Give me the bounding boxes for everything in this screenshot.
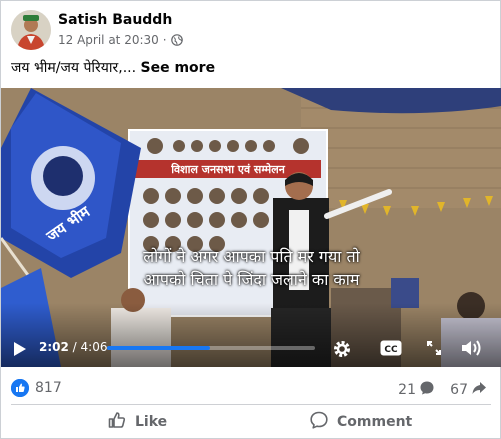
globe-icon bbox=[170, 34, 183, 46]
share-count-value: 67 bbox=[450, 382, 468, 398]
fullscreen-icon[interactable] bbox=[426, 340, 442, 360]
like-label: Like bbox=[135, 414, 168, 430]
post-meta: 12 April at 20:30 · bbox=[58, 33, 183, 47]
banner-title: विशाल जनसभा एवं सम्मेलन bbox=[170, 162, 285, 176]
comment-count-value: 21 bbox=[398, 382, 416, 398]
comment-bubble-icon bbox=[419, 380, 435, 400]
comment-count[interactable]: 21 bbox=[398, 380, 435, 400]
meta-separator: · bbox=[162, 33, 167, 47]
volume-icon[interactable] bbox=[461, 339, 483, 361]
avatar[interactable] bbox=[11, 10, 51, 50]
reaction-stats: 817 21 67 bbox=[11, 379, 491, 401]
like-button[interactable]: Like bbox=[107, 407, 167, 437]
duration: 4:06 bbox=[80, 340, 108, 354]
post-body: जय भीम/जय पेरियार,... bbox=[11, 60, 137, 76]
share-arrow-icon bbox=[471, 380, 487, 400]
post-header: Satish Bauddh 12 April at 20:30 · bbox=[11, 8, 491, 54]
post-card: Satish Bauddh 12 April at 20:30 · जय भीम… bbox=[0, 0, 501, 439]
time-separator: / bbox=[68, 340, 81, 354]
see-more-link[interactable]: See more bbox=[141, 60, 216, 76]
share-count[interactable]: 67 bbox=[450, 380, 487, 400]
author-name[interactable]: Satish Bauddh bbox=[58, 12, 172, 28]
timestamp[interactable]: 12 April at 20:30 bbox=[58, 33, 159, 47]
comment-button[interactable]: Comment bbox=[309, 407, 412, 437]
post-actions: Like Comment bbox=[1, 407, 501, 437]
comment-icon bbox=[309, 410, 329, 434]
action-divider bbox=[11, 404, 491, 405]
captions-icon[interactable]: CC bbox=[380, 340, 402, 360]
progress-fill bbox=[107, 346, 211, 350]
captions-label: CC bbox=[384, 345, 398, 355]
video-player[interactable]: विशाल जनसभा एवं सम्मेलन जय भीम लोगों ने … bbox=[1, 88, 501, 367]
post-text: जय भीम/जय पेरियार,... See more bbox=[11, 58, 215, 77]
progress-bar[interactable] bbox=[107, 346, 315, 350]
comment-label: Comment bbox=[337, 414, 413, 430]
like-reaction-icon[interactable] bbox=[11, 379, 29, 397]
current-time: 2:02 bbox=[39, 340, 69, 354]
subtitle-line-1: लोगों ने अगर आपका पति मर गया तो bbox=[143, 247, 360, 266]
video-frame: विशाल जनसभा एवं सम्मेलन जय भीम bbox=[1, 88, 501, 367]
thumbs-up-icon bbox=[107, 410, 127, 434]
video-controls: 2:02 / 4:06 CC bbox=[1, 332, 501, 367]
play-icon[interactable] bbox=[13, 341, 27, 361]
like-count[interactable]: 817 bbox=[35, 380, 62, 396]
settings-icon[interactable] bbox=[332, 339, 352, 363]
subtitle-line-2: आपको चिता पे जिंदा जलाने का काम bbox=[143, 270, 360, 289]
video-time: 2:02 / 4:06 bbox=[39, 340, 107, 354]
